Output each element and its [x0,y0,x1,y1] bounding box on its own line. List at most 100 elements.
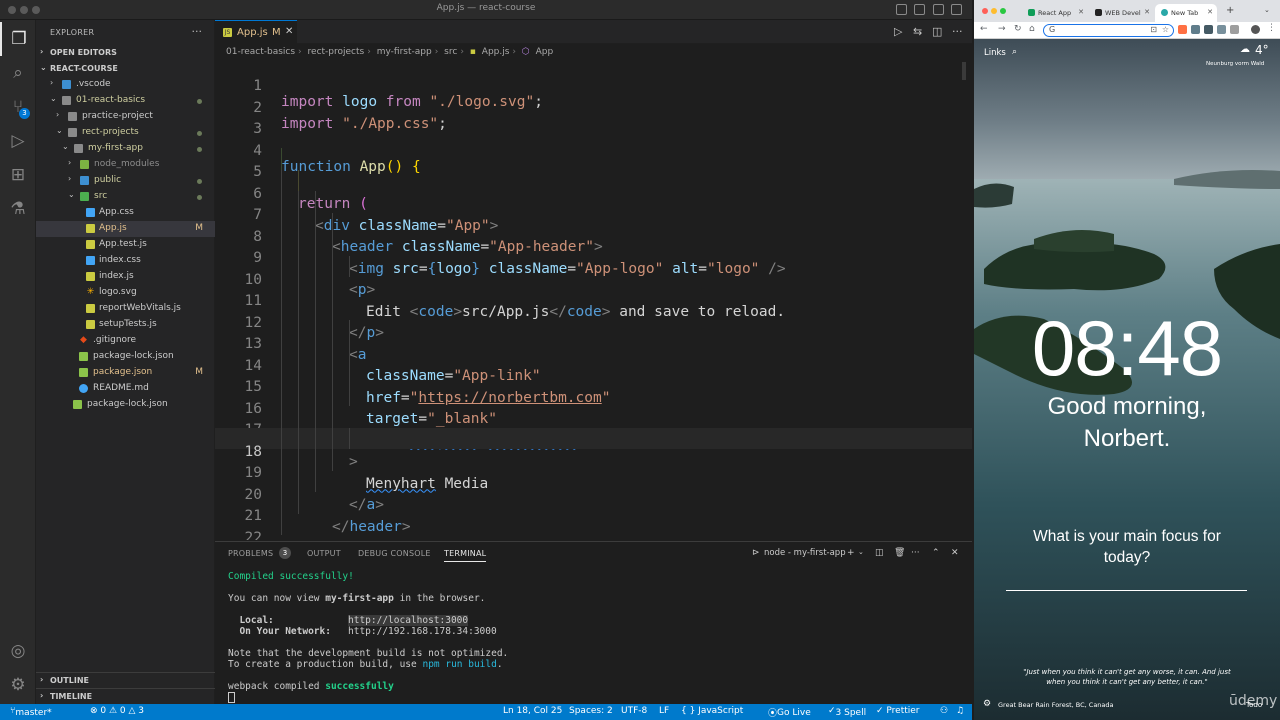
weather-temperature[interactable]: 4° [1255,43,1269,57]
bookmark-star-icon[interactable]: ☆ [1162,25,1169,34]
settings-gear-icon[interactable]: ⚙ [983,699,991,709]
close-tab-icon[interactable]: ✕ [285,26,293,37]
branch-status[interactable]: ⑂ master* [10,706,52,718]
breadcrumb-item[interactable]: 01-react-basics [226,47,295,57]
extensions-puzzle-icon[interactable] [1217,25,1226,34]
links-button[interactable]: Links [984,48,1006,58]
todo-button[interactable]: Todo [1246,701,1262,709]
tab-debug-console[interactable]: DEBUG CONSOLE [358,549,431,558]
spell-status[interactable]: ✓ 3 Spell [828,706,866,718]
code-editor[interactable]: 1 import logo from "./logo.svg"; 2 impor… [215,62,972,540]
tab-terminal[interactable]: TERMINAL [444,549,487,562]
breadcrumb-item[interactable]: App [536,47,554,57]
close-tab-icon[interactable]: ✕ [1144,8,1150,16]
tree-item-src[interactable]: ⌄ src [36,189,215,205]
breadcrumb-item[interactable]: rect-projects [308,47,365,57]
extension-icon[interactable] [1204,25,1213,34]
tree-item-index-css[interactable]: index.css [36,253,215,269]
tree-item-node-modules[interactable]: › node_modules [36,157,215,173]
split-terminal-icon[interactable]: ◫ [875,548,884,558]
browser-menu-icon[interactable]: ⋮ [1267,23,1276,33]
toggle-secondary-sidebar-icon[interactable] [933,4,944,15]
eol-status[interactable]: LF [659,706,669,716]
close-tab-icon[interactable]: ✕ [1207,8,1213,16]
maximize-panel-icon[interactable]: ⌃ [932,548,940,558]
outline-section[interactable]: › OUTLINE [36,672,215,688]
reload-icon[interactable]: ↻ [1014,24,1022,34]
tree-item-setuptests-js[interactable]: setupTests.js [36,317,215,333]
tree-item-vscode[interactable]: › .vscode [36,77,215,93]
terminal-cursor[interactable] [228,692,235,703]
extension-icon[interactable] [1230,25,1239,34]
network-url-link[interactable]: http://192.168.178.34:3000 [348,626,497,637]
terminal-selector[interactable]: node - my-first-app [764,548,846,558]
split-editor-icon[interactable]: ◫ [932,25,942,38]
tree-item-practice-project[interactable]: › practice-project [36,109,215,125]
testing-icon[interactable]: ⚗ [0,192,36,226]
tree-item-package-json[interactable]: package.json M [36,365,215,381]
workspace-root-section[interactable]: ⌄ REACT-COURSE [36,61,215,77]
tree-item-root-package-lock-json[interactable]: package-lock.json [36,397,215,413]
chevron-down-icon[interactable]: ⌄ [858,548,864,556]
tree-item-app-js[interactable]: App.js M [36,221,215,237]
search-icon[interactable]: ⌕ [0,56,36,90]
prettier-status[interactable]: ✓ Prettier [876,706,920,716]
forward-arrow-icon[interactable]: → [998,24,1006,34]
avatar[interactable] [1251,25,1260,34]
customize-layout-icon[interactable] [951,4,962,15]
zoom-window-button[interactable] [1000,8,1006,14]
run-debug-icon[interactable]: ▷ [0,124,36,158]
breadcrumb-item[interactable]: src [444,47,457,57]
accounts-icon[interactable]: ⚇ [940,706,948,716]
tree-item-index-js[interactable]: index.js [36,269,215,285]
back-arrow-icon[interactable]: ← [980,24,988,34]
language-mode[interactable]: { } JavaScript [681,706,743,716]
metamask-icon[interactable] [1178,25,1187,34]
more-actions-icon[interactable]: ··· [192,25,203,38]
local-url-link[interactable]: http://localhost:3000 [348,615,469,626]
browser-tab-new-tab[interactable]: New Tab ✕ [1155,4,1217,22]
notifications-bell-icon[interactable]: ♫ [956,706,964,716]
toggle-sidebar-icon[interactable] [896,4,907,15]
indentation-status[interactable]: Spaces: 2 [569,706,613,716]
cursor-position[interactable]: Ln 18, Col 25 [503,706,562,716]
tree-item-rect-projects[interactable]: ⌄ rect-projects [36,125,215,141]
go-live-button[interactable]: ⦿ Go Live [768,706,811,719]
tree-item-package-lock-json[interactable]: package-lock.json [36,349,215,365]
breadcrumb-item[interactable]: App.js [482,47,510,57]
new-terminal-icon[interactable]: + [847,548,855,558]
extensions-icon[interactable]: ⊞ [0,158,36,192]
tree-item-my-first-app[interactable]: ⌄ my-first-app [36,141,215,157]
focus-input[interactable] [1006,590,1247,591]
account-icon[interactable]: ◎ [0,634,36,668]
timeline-section[interactable]: › TIMELINE [36,688,215,704]
home-icon[interactable]: ⌂ [1029,24,1035,34]
greeting-name[interactable]: Norbert. [974,424,1280,454]
search-icon[interactable]: ⌕ [1012,47,1017,57]
more-actions-icon[interactable]: ··· [952,25,963,38]
problems-status[interactable]: ⊗ 0 ⚠ 0 △ 3 [90,706,144,716]
extension-icon[interactable] [1191,25,1200,34]
open-editors-section[interactable]: › OPEN EDITORS [36,45,215,61]
tab-search-icon[interactable]: ⌄ [1264,6,1270,14]
browser-tab-react-app[interactable]: React App ✕ [1022,4,1088,22]
toggle-panel-icon[interactable] [914,4,925,15]
close-panel-icon[interactable]: ✕ [951,548,959,558]
open-changes-icon[interactable]: ⇆ [913,25,922,38]
tab-app-js[interactable]: JS App.js M ✕ [215,20,297,44]
tree-item-app-css[interactable]: App.css [36,205,215,221]
minimize-window-button[interactable] [991,8,997,14]
tree-item-01-react-basics[interactable]: ⌄ 01-react-basics [36,93,215,109]
encoding-status[interactable]: UTF-8 [621,706,647,716]
tree-item-public[interactable]: › public [36,173,215,189]
trash-icon[interactable]: 🗑 [894,548,905,558]
editor-scrollbar[interactable] [962,62,966,80]
browser-tab-web-devel[interactable]: WEB Devel ✕ [1089,4,1154,22]
photo-credit[interactable]: Great Bear Rain Forest, BC, Canada [998,701,1114,709]
new-tab-icon[interactable]: + [1226,5,1234,16]
tab-output[interactable]: OUTPUT [307,549,341,558]
tree-item-logo-svg[interactable]: ✳ logo.svg [36,285,215,301]
tree-item-gitignore[interactable]: ◆ .gitignore [36,333,215,349]
more-actions-icon[interactable]: ··· [911,548,920,558]
tree-item-readme-md[interactable]: README.md [36,381,215,397]
